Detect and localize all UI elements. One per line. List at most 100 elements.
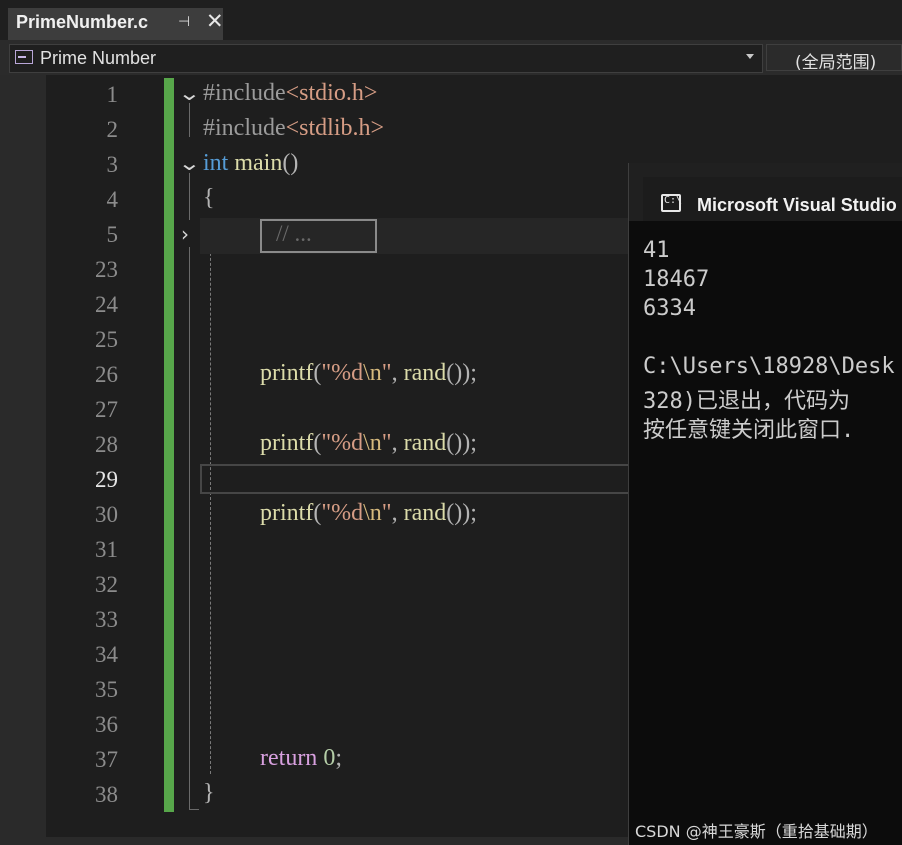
line-number: 26 [95,362,118,387]
code-line-3[interactable]: int main() [203,150,298,177]
punctuation: ()); [446,360,477,386]
collapsed-region-label: // ... [276,221,312,246]
current-line-highlight [200,464,632,494]
collapsed-region[interactable]: // ... [260,219,377,253]
code-line-26[interactable]: printf("%d\n", rand()); [260,360,477,387]
close-icon[interactable]: ✕ [206,9,224,33]
line-number: 30 [95,502,118,527]
return-keyword: return [260,745,318,771]
document-tab[interactable]: PrimeNumber.c ⊣ ✕ [8,8,224,42]
punctuation: ()); [446,430,477,456]
format-specifier: %d [331,360,364,386]
indent-guide [210,218,211,774]
outline-guide [189,103,190,137]
chevron-down-icon[interactable] [746,54,754,59]
scope-dropdown[interactable]: (全局范围) [766,44,902,73]
preprocessor-directive: #include [203,80,286,106]
line-number: 35 [95,677,118,702]
escape-sequence: \n [363,500,382,526]
numeric-literal: 0 [323,745,336,771]
console-output-line: 6334 [643,296,696,321]
navigation-bar: Prime Number (全局范围) [0,40,902,75]
line-number: 31 [95,537,118,562]
console-output-line: 41 [643,238,670,263]
type-keyword: int [203,150,229,176]
open-brace: { [203,185,215,211]
line-number: 3 [106,152,119,177]
line-number: 34 [95,642,118,667]
string-quote: " [321,430,332,456]
line-number: 5 [106,222,119,247]
terminal-icon: C:\ [661,194,683,212]
console-output-line: 按任意键关闭此窗口. [643,418,855,443]
function-call: rand [403,430,447,456]
code-line-1[interactable]: #include<stdio.h> [203,80,377,107]
console-title: Microsoft Visual Studio 调 [697,195,902,215]
fold-collapse-icon[interactable]: ⌄ [178,81,201,105]
fold-collapse-icon[interactable]: ⌄ [178,151,201,175]
console-output-line: 328)已退出，代码为 [643,389,850,414]
project-label: Prime Number [40,48,157,68]
string-quote: " [381,500,392,526]
string-quote: " [381,430,392,456]
line-number: 38 [95,782,118,807]
indicator-margin [0,75,46,837]
string-quote: " [381,360,392,386]
code-line-4[interactable]: { [203,185,215,212]
preprocessor-directive: #include [203,115,286,141]
code-line-37[interactable]: return 0; [260,745,342,772]
line-number: 23 [95,257,118,282]
string-quote: " [321,500,332,526]
function-call: rand [403,500,447,526]
line-number: 37 [95,747,118,772]
code-line-28[interactable]: printf("%d\n", rand()); [260,430,477,457]
scope-label: (全局范围) [795,53,877,73]
close-brace: } [203,780,215,806]
line-number: 32 [95,572,118,597]
punctuation: () [282,150,299,176]
line-number: 25 [95,327,118,352]
include-header: <stdio.h> [285,80,378,106]
project-icon [15,50,33,64]
line-number-active: 29 [95,467,118,492]
console-output-line: C:\Users\18928\Desk [643,354,895,379]
punctuation: , [391,500,404,526]
function-name: main [234,150,283,176]
outline-guide [189,173,190,220]
pin-icon[interactable]: ⊣ [178,14,190,30]
code-line-30[interactable]: printf("%d\n", rand()); [260,500,477,527]
change-tracking-bar [164,78,174,812]
console-output-line: 18467 [643,267,710,292]
line-number: 24 [95,292,118,317]
code-line-38[interactable]: } [203,780,215,807]
punctuation: , [391,360,404,386]
punctuation: ()); [446,500,477,526]
line-number: 27 [95,397,118,422]
project-dropdown[interactable]: Prime Number [9,44,763,73]
include-header: <stdlib.h> [285,115,385,141]
editor-status-bar [0,837,630,845]
escape-sequence: \n [363,360,382,386]
document-tab-bar: PrimeNumber.c ⊣ ✕ [0,0,902,42]
function-call: printf [260,500,314,526]
outline-guide-end [189,809,199,810]
line-number: 2 [106,117,119,142]
format-specifier: %d [331,430,364,456]
debug-console-window[interactable]: C:\ Microsoft Visual Studio 调 41 18467 6… [628,163,902,845]
watermark: CSDN @神王豪斯（重拾基础期） [635,822,878,841]
function-call: rand [403,360,447,386]
console-tab[interactable]: C:\ Microsoft Visual Studio 调 [643,177,902,221]
code-line-2[interactable]: #include<stdlib.h> [203,115,384,142]
string-quote: " [321,360,332,386]
format-specifier: %d [331,500,364,526]
console-titlebar: C:\ Microsoft Visual Studio 调 [629,163,902,221]
terminal-icon-glyph: C:\ [664,195,683,206]
function-call: printf [260,430,314,456]
line-number: 36 [95,712,118,737]
function-call: printf [260,360,314,386]
line-number: 1 [106,82,119,107]
line-number: 33 [95,607,118,632]
punctuation: , [391,430,404,456]
fold-expand-icon[interactable]: › [181,222,189,246]
escape-sequence: \n [363,430,382,456]
